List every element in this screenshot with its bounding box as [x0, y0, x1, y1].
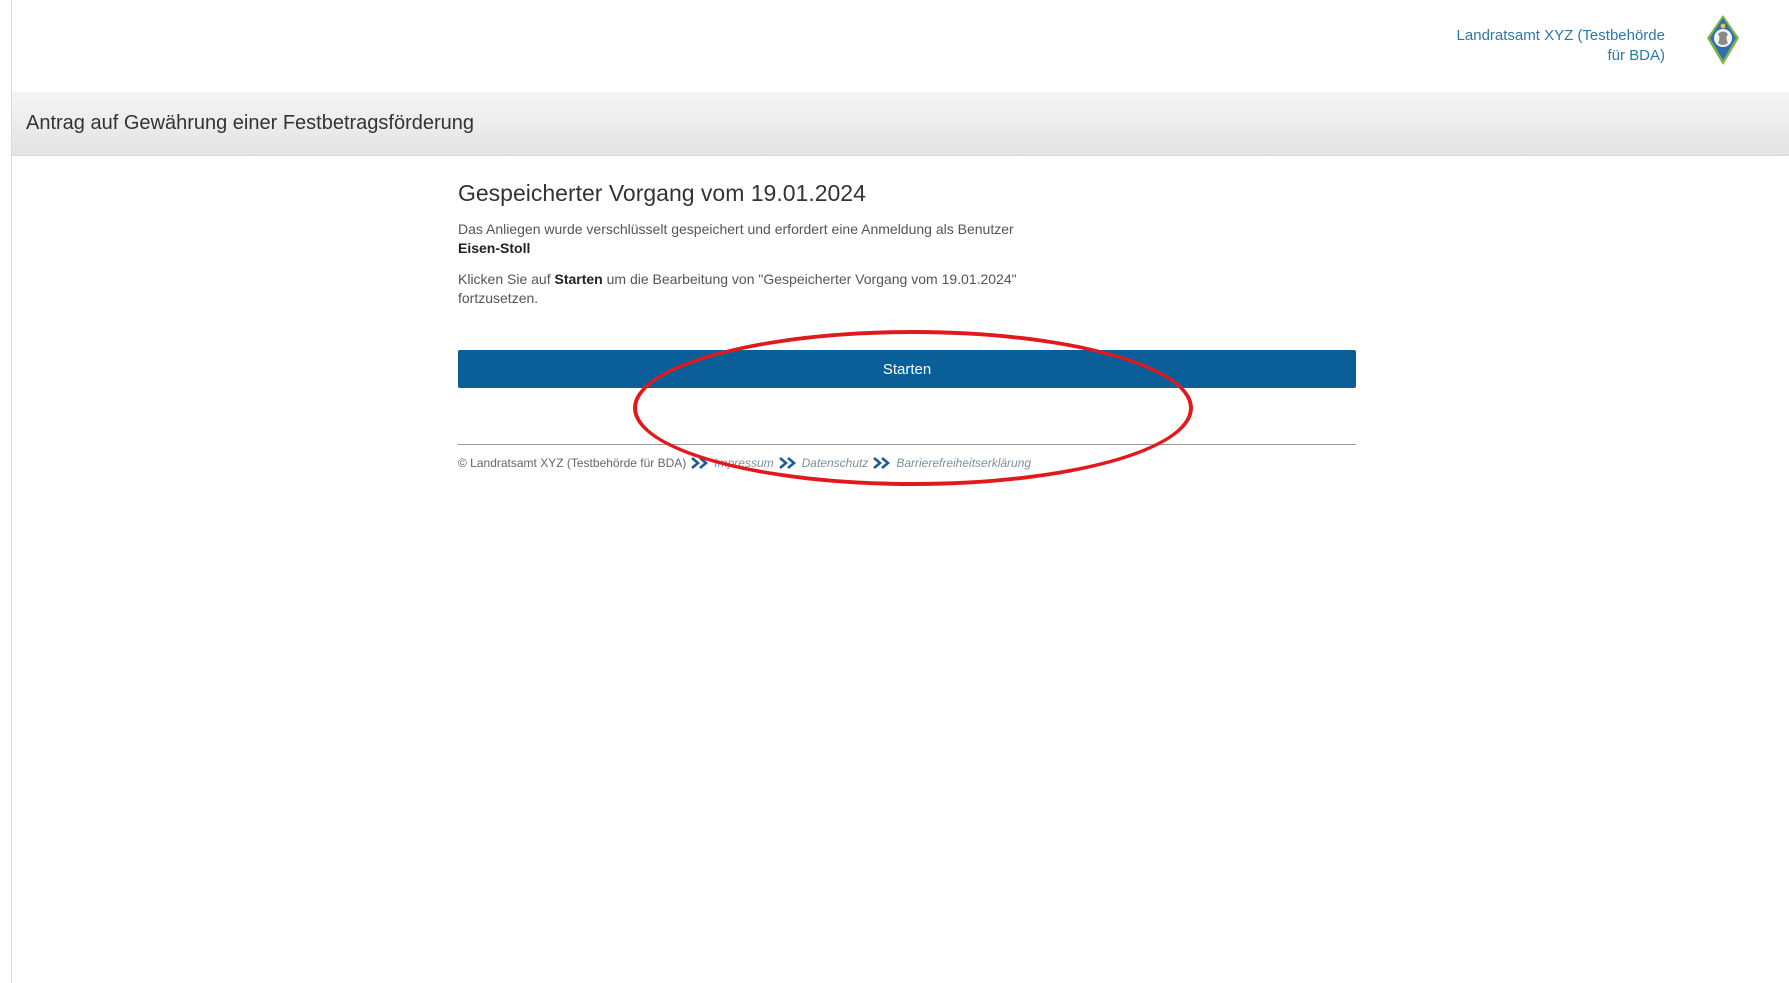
page-heading: Gespeicherter Vorgang vom 19.01.2024: [458, 180, 866, 206]
datenschutz-link[interactable]: Datenschutz: [802, 456, 869, 470]
footer-divider: [458, 444, 1356, 445]
double-chevron-right-icon: [778, 457, 796, 469]
org-name-line1: Landratsamt XYZ (Testbehörde: [1456, 27, 1665, 44]
form-title: Antrag auf Gewährung einer Festbetragsfö…: [26, 112, 475, 134]
instruction-paragraph: Klicken Sie auf Starten um die Bearbeitu…: [458, 270, 1058, 308]
copyright: © Landratsamt XYZ (Testbehörde für BDA): [458, 456, 687, 470]
username: Eisen-Stoll: [458, 240, 531, 256]
impressum-link[interactable]: Impressum: [714, 456, 773, 470]
double-chevron-right-icon: [873, 457, 891, 469]
page-header: Landratsamt XYZ (Testbehörde für BDA): [12, 0, 1789, 92]
org-name[interactable]: Landratsamt XYZ (Testbehörde für BDA): [1405, 26, 1665, 66]
info-paragraph: Das Anliegen wurde verschlüsselt gespeic…: [458, 220, 1058, 258]
barrierefreiheit-link[interactable]: Barrierefreiheitserklärung: [896, 456, 1031, 470]
instruction-prefix: Klicken Sie auf: [458, 271, 555, 287]
coat-of-arms-icon[interactable]: [1705, 14, 1741, 66]
page-footer: © Landratsamt XYZ (Testbehörde für BDA) …: [458, 456, 1356, 470]
double-chevron-right-icon: [691, 457, 709, 469]
title-bar: Antrag auf Gewährung einer Festbetragsfö…: [12, 92, 1789, 156]
org-name-line2: für BDA): [1607, 47, 1665, 64]
instruction-bold: Starten: [554, 271, 603, 287]
main-content: Gespeicherter Vorgang vom 19.01.2024 Das…: [458, 180, 1356, 470]
info-text: Das Anliegen wurde verschlüsselt gespeic…: [458, 221, 1014, 237]
page-frame: Landratsamt XYZ (Testbehörde für BDA) An…: [11, 0, 1789, 983]
start-button[interactable]: Starten: [458, 350, 1356, 388]
